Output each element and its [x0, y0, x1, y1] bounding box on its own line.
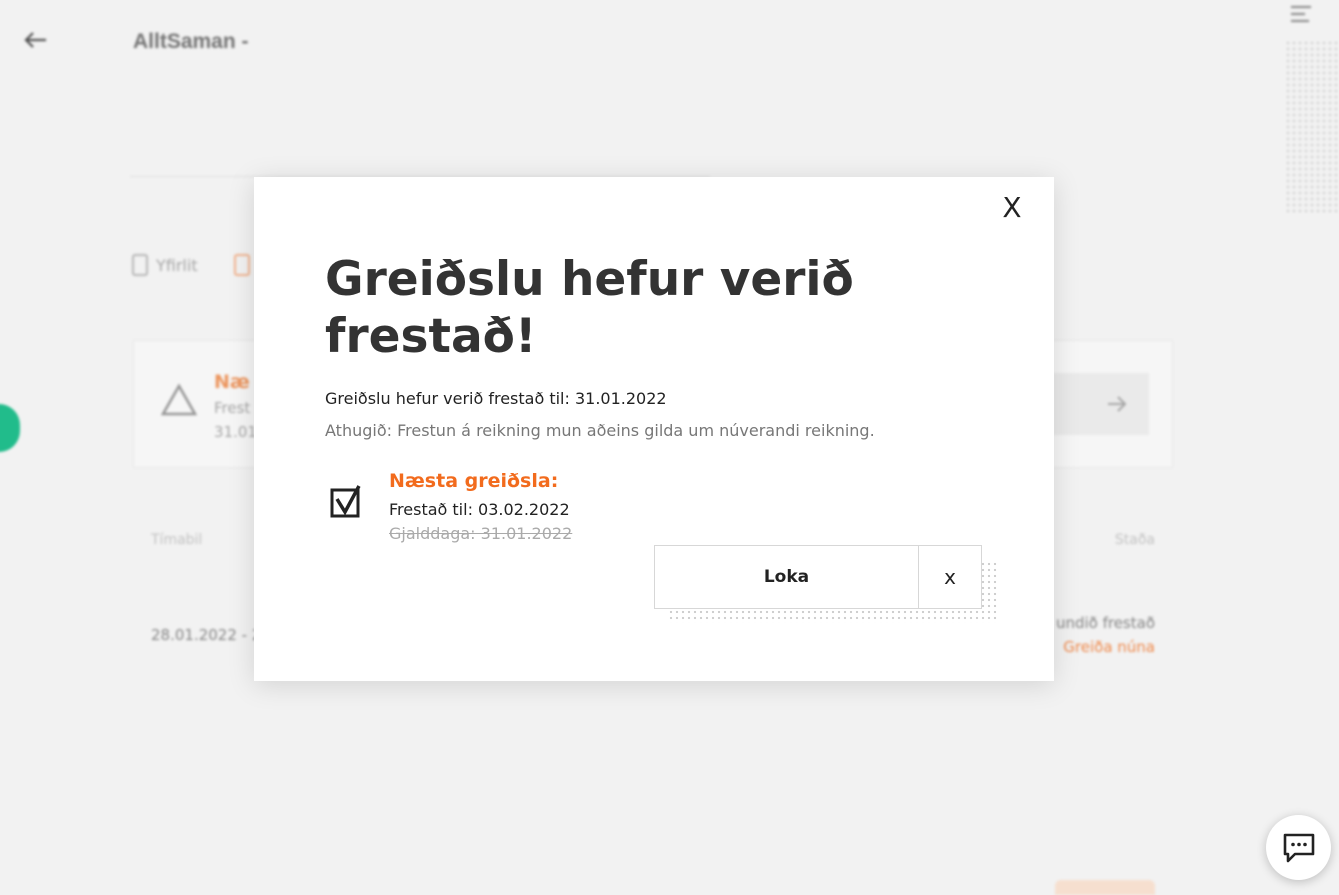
payment-postponed-dialog: X Greiðslu hefur verið frestað! Greiðslu…: [254, 177, 1054, 681]
postpone-note: Athugið: Frestun á reikning mun aðeins g…: [325, 421, 875, 440]
close-button[interactable]: Loka x: [654, 545, 982, 609]
close-dialog-button[interactable]: X: [998, 193, 1026, 223]
chat-button[interactable]: [1266, 815, 1331, 880]
postponed-text: Greiðslu hefur verið frestað til: 31.01.…: [325, 389, 667, 408]
next-payment-label: Næsta greiðsla:: [389, 470, 559, 492]
chat-icon: [1283, 833, 1314, 862]
next-payment-postponed: Frestað til: 03.02.2022: [389, 500, 570, 519]
close-button-label[interactable]: Loka: [655, 546, 919, 608]
next-payment-due-date: Gjalddaga: 31.01.2022: [389, 524, 573, 543]
close-x-icon[interactable]: x: [919, 546, 981, 608]
dialog-title: Greiðslu hefur verið frestað!: [325, 252, 854, 364]
checkbox-check-icon: [330, 485, 361, 518]
